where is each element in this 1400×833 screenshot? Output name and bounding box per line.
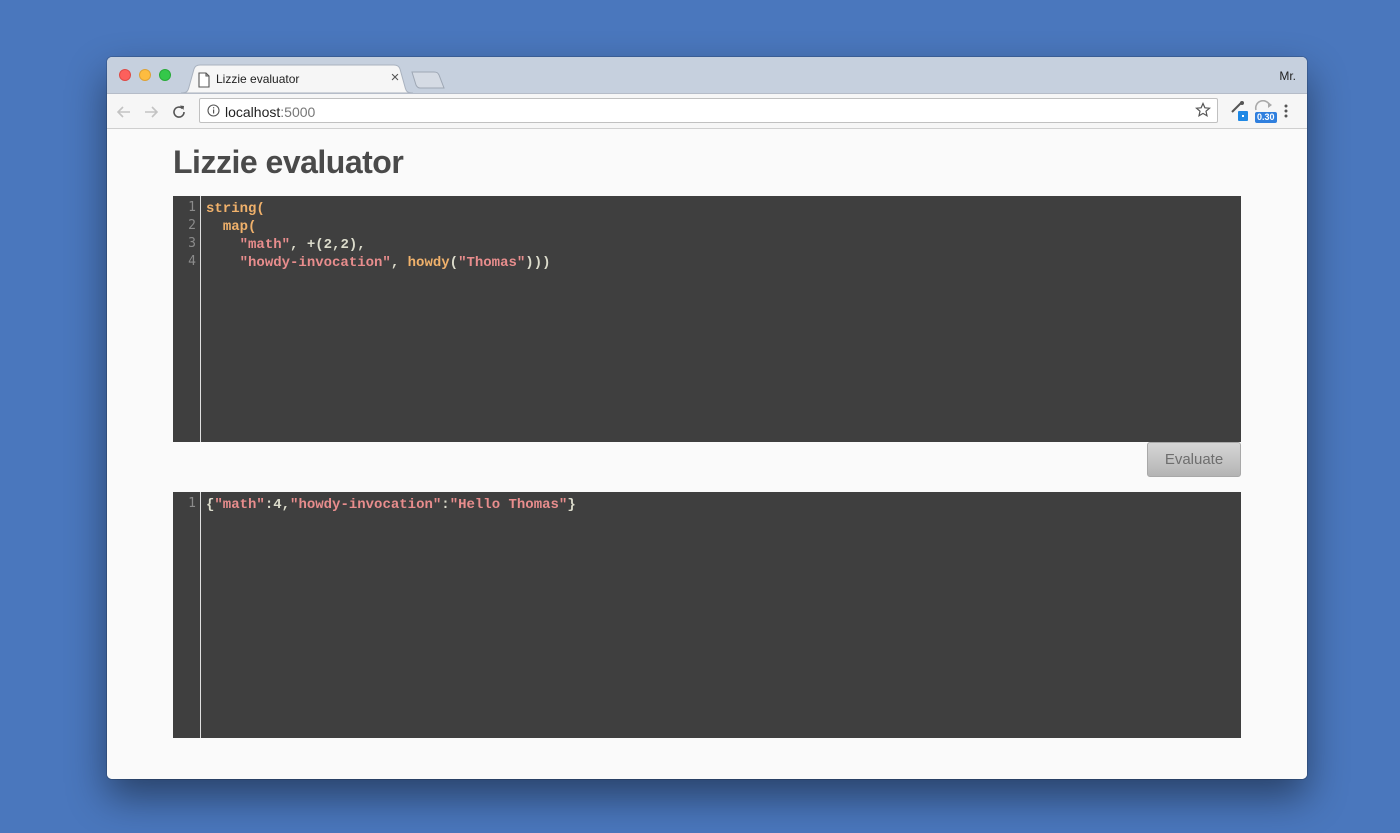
page-content: Lizzie evaluator 1 2 3 4 string( map( "math…: [107, 129, 1307, 779]
url-port: :5000: [280, 104, 316, 120]
page-title: Lizzie evaluator: [173, 144, 404, 180]
line-number-gutter: 1 2 3 4: [173, 196, 201, 442]
close-window-button[interactable]: [119, 69, 131, 81]
code-token: , +(2,2),: [290, 237, 366, 253]
extension-button[interactable]: [1229, 100, 1249, 127]
code-token: howdy: [407, 255, 450, 271]
code-token: :4,: [264, 497, 291, 513]
back-arrow-icon[interactable]: [115, 103, 133, 121]
url-host: localhost: [225, 104, 281, 120]
line-number: 2: [188, 218, 196, 233]
code-token: "math": [239, 237, 291, 253]
code-line: "howdy-invocation", howdy("Thomas"))): [206, 254, 551, 272]
reload-icon[interactable]: [170, 103, 188, 121]
line-number: 1: [188, 496, 196, 511]
title-bar: Lizzie evaluator × Mr.: [107, 57, 1307, 94]
evaluate-button[interactable]: Evaluate: [1147, 442, 1241, 477]
timer-extension-button[interactable]: 0.30: [1253, 99, 1277, 123]
minimize-window-button[interactable]: [139, 69, 151, 81]
line-number: 3: [188, 236, 196, 251]
browser-toolbar: localhost:5000 0.30: [107, 93, 1307, 129]
bookmark-star-icon[interactable]: [1195, 102, 1211, 118]
code-line: {"math":4,"howdy-invocation":"Hello Thom…: [206, 496, 576, 514]
code-line: map(: [206, 218, 257, 236]
more-menu-icon[interactable]: [1283, 103, 1289, 119]
info-icon[interactable]: [207, 104, 220, 117]
output-code-editor[interactable]: 1 {"math":4,"howdy-invocation":"Hello Th…: [173, 492, 1241, 738]
code-token: map(: [222, 219, 257, 235]
code-token: (: [449, 255, 459, 271]
document-icon: [198, 72, 210, 88]
tab-close-icon[interactable]: ×: [387, 70, 403, 86]
browser-window: Lizzie evaluator × Mr. localhost:5000 0.…: [107, 57, 1307, 779]
timer-badge: 0.30: [1255, 112, 1277, 123]
extension-icon: [1231, 101, 1248, 121]
address-bar[interactable]: localhost:5000: [199, 98, 1218, 123]
new-tab-button[interactable]: [410, 71, 446, 91]
tab-lizzie-evaluator[interactable]: Lizzie evaluator ×: [181, 64, 414, 94]
tab-title: Lizzie evaluator: [216, 72, 300, 86]
code-token: "howdy-invocation": [290, 497, 442, 513]
code-token: :: [441, 497, 450, 513]
code-token: "math": [214, 497, 265, 513]
code-token: }: [567, 497, 576, 513]
url-text: localhost:5000: [225, 104, 315, 120]
code-token: "Thomas": [458, 255, 526, 271]
code-token: "howdy-invocation": [239, 255, 391, 271]
line-number: 1: [188, 200, 196, 215]
profile-name[interactable]: Mr.: [1279, 69, 1296, 83]
forward-arrow-icon[interactable]: [142, 103, 160, 121]
line-number-gutter: 1: [173, 492, 201, 738]
input-code-editor[interactable]: 1 2 3 4 string( map( "math", +(2,2), "howdy…: [173, 196, 1241, 442]
code-line: "math", +(2,2),: [206, 236, 366, 254]
code-line: string(: [206, 200, 265, 218]
line-number: 4: [188, 254, 196, 269]
code-token: ,: [390, 255, 408, 271]
code-token: "Hello Thomas": [449, 497, 568, 513]
code-token: string(: [206, 201, 265, 217]
zoom-window-button[interactable]: [159, 69, 171, 81]
code-token: ))): [525, 255, 551, 271]
